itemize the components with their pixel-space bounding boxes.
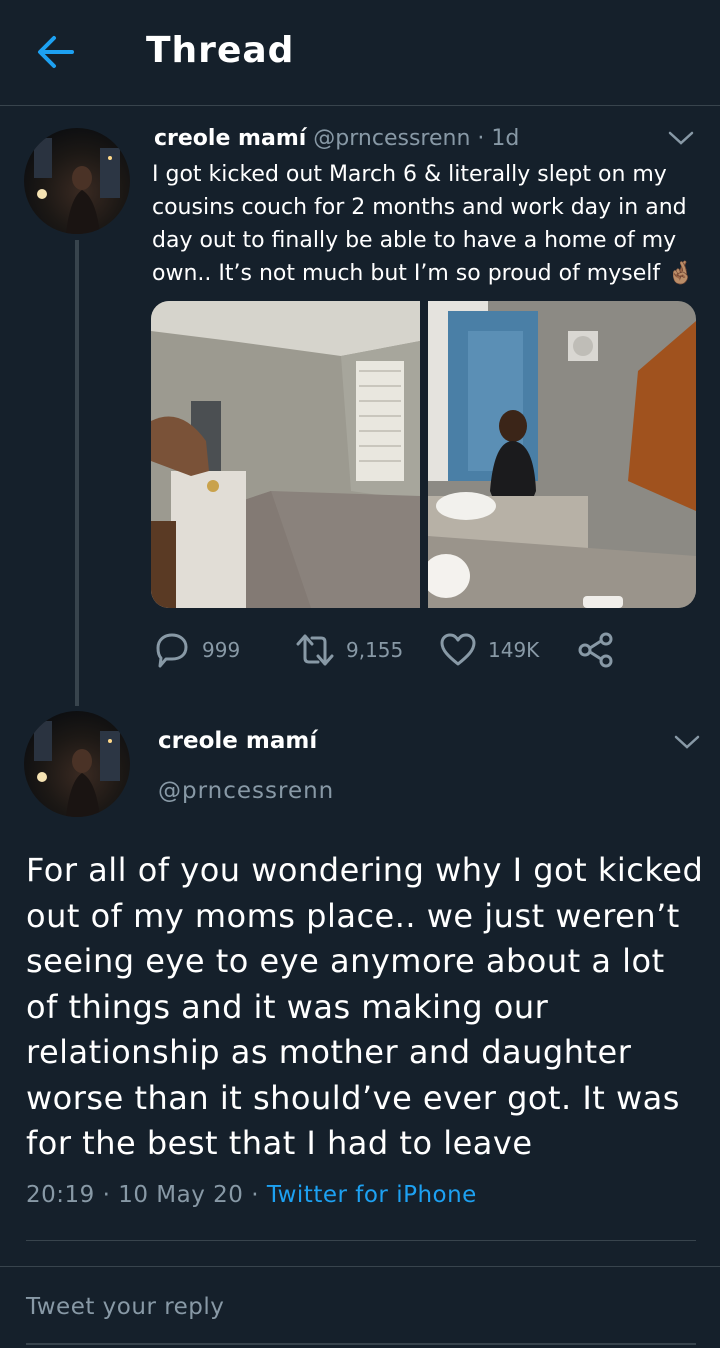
author-name[interactable]: creole mamí [154,126,306,151]
share-button[interactable] [576,628,616,672]
retweet-button[interactable]: 9,155 [294,628,403,672]
avatar-photo [34,138,120,234]
empty-apartment-photo[interactable] [151,301,420,608]
divider [0,1266,720,1267]
tweet-media[interactable] [151,301,696,608]
like-button[interactable]: 149K [438,628,539,672]
page-title: Thread [146,30,295,71]
author-handle[interactable]: @prncessrenn [158,778,334,804]
arrow-left-icon [38,36,74,68]
tweet-time: · 1d [477,126,520,151]
avatar[interactable] [24,128,130,234]
tweet-text: For all of you wondering why I got kicke… [26,851,704,1162]
author-handle[interactable]: @prncessrenn [313,126,470,151]
divider [26,1240,696,1241]
chevron-down-icon[interactable] [666,128,696,148]
reply-count: 999 [202,638,241,662]
reply-icon [156,633,188,668]
like-count: 149K [488,638,540,662]
back-button[interactable] [34,30,78,74]
reply-input[interactable]: Tweet your reply [26,1294,696,1334]
tweet-timestamp: 20:19 · 10 May 20 · Twitter for iPhone [26,1182,477,1208]
share-icon [578,632,613,668]
heart-icon [440,633,476,666]
tweet-author-line: creole mamí @prncessrenn · 1d [154,126,519,151]
tweet-actions: 999 9,155 149K [152,628,622,672]
reply-button[interactable]: 999 [152,628,240,672]
thread-connector-line [75,240,79,706]
retweet-icon [296,634,334,666]
retweet-count: 9,155 [346,638,404,662]
bathroom-mirror-selfie-photo[interactable] [428,301,696,608]
author-name[interactable]: creole mamí [158,728,317,754]
reply-input-underline [26,1343,696,1345]
avatar[interactable] [24,711,130,817]
timestamp-text: 20:19 · 10 May 20 · [26,1182,267,1208]
top-bar: Thread [0,0,720,106]
chevron-down-icon[interactable] [672,732,702,752]
tweet-text: I got kicked out March 6 & literally sle… [152,162,695,286]
tweet-source-link[interactable]: Twitter for iPhone [267,1182,477,1208]
avatar-photo [34,721,120,817]
